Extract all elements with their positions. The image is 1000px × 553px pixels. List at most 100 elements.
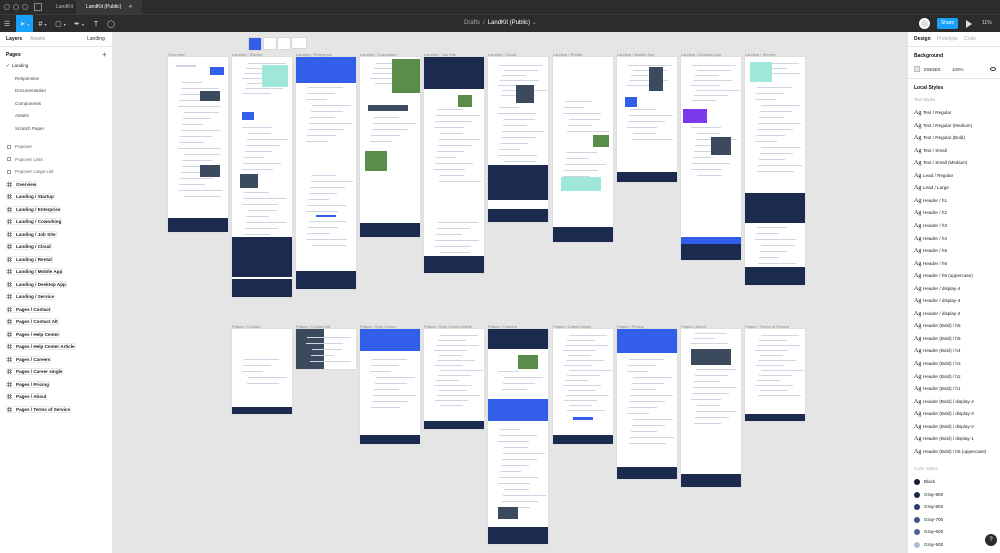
background-opacity-input[interactable]: 100% [952,67,964,72]
close-window-icon[interactable] [4,4,10,10]
text-style-item[interactable]: Ag Header / display-2 [914,311,960,317]
floating-thumbnail[interactable] [249,38,261,50]
layer-item[interactable]: Landing / Startup [7,194,54,200]
text-style-item[interactable]: Ag Header (Bold) / h6 (uppercase) [914,449,986,455]
layer-item[interactable]: Landing / Desktop App [7,281,66,287]
text-style-item[interactable]: Ag Header (Bold) / display-2 [914,424,974,430]
frame-help[interactable] [360,329,420,444]
tab-design[interactable]: Design [914,36,931,42]
layer-item[interactable]: Popover Large List [7,169,54,174]
eye-icon[interactable] [990,67,996,71]
page-item[interactable]: Documentation [15,88,46,93]
menu-button[interactable]: ☰ [0,15,14,33]
breadcrumb-drafts[interactable]: Drafts [464,20,480,26]
text-style-item[interactable]: Ag Header (Bold) / h6 [914,323,961,329]
comment-tool-button[interactable]: ◯ [104,15,118,33]
new-tab-icon[interactable]: + [128,0,133,14]
text-style-item[interactable]: Ag Text / Small (Medium) [914,160,967,166]
window-controls[interactable] [4,4,28,10]
tab-layers[interactable]: Layers [6,36,22,42]
layer-item[interactable]: Landing / Mobile App [7,269,63,275]
background-hex-input[interactable]: E5E5E5 [924,67,941,72]
text-style-item[interactable]: Ag Header / h6 [914,261,947,267]
layer-item[interactable]: Pages / Terms of Service [7,406,71,412]
floating-thumbnail[interactable] [278,38,290,49]
text-style-item[interactable]: Ag Header / display-4 [914,286,960,292]
minimize-window-icon[interactable] [13,4,19,10]
tab-prototype[interactable]: Prototype [937,36,958,42]
text-style-item[interactable]: Ag Header (Bold) / display-1 [914,436,974,442]
color-style-item[interactable]: Gray-800 [914,504,943,510]
present-play-icon[interactable] [966,20,972,28]
frame-career_single[interactable] [553,329,613,444]
layer-item[interactable]: Landing / Coworking [7,219,62,225]
text-style-item[interactable]: Ag Text / Small [914,148,947,154]
page-item[interactable]: Components [15,101,41,106]
text-style-item[interactable]: Ag Header / h4 [914,236,947,242]
frame-contact[interactable] [232,329,292,414]
share-button[interactable]: Share [937,18,958,29]
text-style-item[interactable]: Ag Header (Bold) / display-3 [914,411,974,417]
layer-item[interactable]: Pages / Contact [7,306,51,312]
color-style-item[interactable]: Gray-500 [914,541,943,548]
add-page-icon[interactable]: + [102,50,107,59]
pen-tool-button[interactable]: ✒ ▾ [70,15,88,33]
text-style-item[interactable]: Ag Header (Bold) / h5 [914,336,961,342]
frame-enterprise[interactable] [296,57,356,289]
layer-item[interactable]: Pages / Career single [7,369,63,375]
frame-overview[interactable] [168,57,228,232]
frame-contactalt[interactable] [296,329,356,369]
chevron-down-icon[interactable]: ⌄ [532,20,537,26]
background-color-swatch[interactable] [914,66,920,72]
text-style-item[interactable]: Ag Header / h3 [914,223,947,229]
frame-tool-button[interactable]: # ▾ [34,15,51,33]
help-button[interactable]: ? [985,534,997,546]
text-style-item[interactable]: Ag Header / h6 (uppercase) [914,273,973,279]
frame-terms[interactable] [745,329,805,421]
shape-tool-button[interactable]: ▢ ▾ [52,15,69,33]
frame-article[interactable] [424,329,484,429]
text-style-item[interactable]: Ag Lead / Regular [914,173,953,179]
text-style-item[interactable]: Ag Header / h2 [914,210,947,216]
page-item[interactable]: ✓ Landing [6,63,28,69]
current-page-selector[interactable]: Landing [87,36,105,42]
frame-careers[interactable] [488,329,548,544]
text-style-item[interactable]: Ag Text / Regular (Medium) [914,123,972,129]
text-tool-button[interactable]: T [89,15,103,33]
move-tool-button[interactable]: ➤ ▾ [16,15,33,33]
text-style-item[interactable]: Ag Text / Regular [914,110,951,116]
layer-item[interactable]: Pages / About [7,394,47,400]
floating-thumbnail[interactable] [264,38,276,49]
frame-cloud[interactable] [488,57,548,222]
frame-coworking[interactable] [360,57,420,237]
design-canvas[interactable]: Overview Landing / Startup Landing / Enter… [114,32,907,553]
layer-item[interactable]: Landing / Rental [7,256,52,262]
text-style-item[interactable]: Ag Header (Bold) / h4 [914,348,961,354]
layer-item[interactable]: Landing / Job Site [7,231,56,237]
text-style-item[interactable]: Ag Header / h1 [914,198,947,204]
layer-item[interactable]: Pages / Pricing [7,381,49,387]
layer-item[interactable]: Landing / Service [7,294,55,300]
zoom-level[interactable]: 11% [982,20,992,26]
layer-item[interactable]: Popover Lists [7,157,43,162]
layer-item[interactable]: Landing / Cloud [7,244,51,250]
color-style-item[interactable]: Black [914,479,935,485]
layer-item[interactable]: Popover [7,144,32,149]
maximize-window-icon[interactable] [22,4,28,10]
layer-item[interactable]: Pages / Help Center [7,331,60,337]
frame-rental[interactable] [553,57,613,242]
frame-about[interactable] [681,329,741,487]
page-item[interactable]: Responsive [15,76,39,81]
color-style-item[interactable]: Gray-700 [914,516,943,523]
tab-assets[interactable]: Assets [30,36,45,42]
text-style-item[interactable]: Ag Lead / Large [914,185,949,191]
layer-item[interactable]: Pages / Contact Alt [7,319,58,325]
text-style-item[interactable]: Ag Header (Bold) / h3 [914,361,961,367]
text-style-item[interactable]: Ag Header / h5 [914,248,947,254]
file-name[interactable]: LandKit (Public) [488,20,530,26]
color-style-item[interactable]: Gray-900 [914,491,943,498]
text-style-item[interactable]: Ag Text / Regular (Bold) [914,135,965,141]
avatar[interactable] [919,18,930,29]
page-item[interactable]: Scratch Paper [15,126,44,131]
frame-mobile[interactable] [617,57,677,182]
